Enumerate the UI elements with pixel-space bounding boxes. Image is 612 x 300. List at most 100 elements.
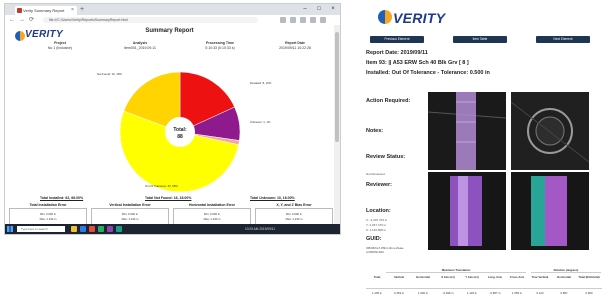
browser-window: Verity Summary Report × + – □ × ← → ⟳ fi…: [5, 4, 340, 234]
back-button[interactable]: ←: [9, 15, 15, 25]
error-max: Max: 1.234 in: [285, 217, 303, 221]
column-header: Long. Axis: [487, 275, 503, 279]
tab-close-icon[interactable]: ×: [71, 6, 74, 15]
total-unknown: Total Unknown: 10, 16.00%: [250, 196, 295, 200]
pie-center-label: Total:: [173, 127, 187, 133]
new-tab-button[interactable]: +: [80, 5, 84, 15]
error-max: Max: 1.234 in: [121, 217, 139, 221]
file-explorer-icon[interactable]: [71, 226, 77, 232]
favorites-icon[interactable]: [280, 17, 286, 23]
next-element-button[interactable]: Next Element: [536, 36, 590, 43]
project-value: No 1 (Inclusive): [47, 46, 73, 50]
app-icon[interactable]: [107, 226, 113, 232]
windows-start-icon[interactable]: [7, 226, 13, 232]
table-cell: 1.205 in: [372, 291, 382, 295]
error-min: Min: 0.000 in: [285, 212, 302, 216]
column-header: Total: [373, 275, 381, 279]
column-header: Total (Rot/Axial): [578, 275, 600, 279]
table-cell: 1.145 in: [467, 291, 477, 295]
column-header: Cross Axis: [509, 275, 525, 279]
table-cell: 0.897: [560, 291, 568, 295]
vertical-installation-error-title: Vertical Installation Error: [109, 203, 151, 207]
rotation-header: Rotation (degrees): [531, 268, 601, 273]
review-status-label: Review Status:: [366, 154, 406, 160]
app-icon[interactable]: [98, 226, 104, 232]
page-content: VERITY Summary Report Project No 1 (Incl…: [5, 25, 334, 228]
error-max: Max: 1.234 in: [203, 217, 221, 221]
review-status-value: Not Reviewed: [366, 172, 385, 176]
project-label: Project: [54, 41, 66, 45]
column-header: Horizontal: [557, 275, 571, 279]
pie-label-deviated: Deviated: 8, 10%: [250, 81, 272, 85]
table-cell: 1.000 in: [418, 291, 428, 295]
reading-list-icon[interactable]: [290, 17, 296, 23]
analysis-value: Item001_2019.09.11: [124, 46, 156, 50]
error-max: Max: 1.234 in: [39, 217, 57, 221]
column-header: X Axis (in): [441, 275, 455, 279]
status-pie-chart: Total: 88: [119, 71, 241, 193]
pie-center-value: 88: [177, 134, 183, 140]
xyz-bias-error-title: X, Y, and Z Bias Error: [276, 203, 312, 207]
app-icon[interactable]: [89, 226, 95, 232]
more-menu-icon[interactable]: [320, 17, 326, 23]
report-date: Report Date: 2019/09/11: [366, 50, 428, 56]
item-title: Item 93: || A53 ERW Sch 40 Blk Grv [ 8 ]: [366, 60, 469, 66]
total-installed: Total Installed: 62, 66.00%: [40, 196, 84, 200]
forward-button[interactable]: →: [19, 15, 25, 25]
processing-time-label: Processing Time: [206, 41, 234, 45]
measurement-table: Maximum Translation Rotation (degrees) T…: [366, 268, 602, 298]
total-installation-error-title: Total Installation Error: [29, 203, 67, 207]
edge-browser-icon[interactable]: [80, 226, 86, 232]
location-y: Y: 4,267.470 in: [366, 223, 387, 227]
column-header: True Vertical: [531, 275, 549, 279]
report-title: Summary Report: [145, 28, 194, 34]
maximize-button[interactable]: □: [312, 4, 326, 15]
analysis-label: Analysis: [132, 41, 148, 45]
location-label: Location:: [366, 208, 391, 214]
scrollbar-thumb[interactable]: [335, 32, 339, 142]
pie-label-out-of-tolerance: Out Of Tolerance: 46, 58%: [145, 184, 178, 188]
report-date-value: 2019/09/11 10:22:28: [279, 46, 311, 50]
reviewer-label: Reviewer:: [366, 182, 392, 188]
refresh-button[interactable]: ⟳: [29, 15, 34, 25]
table-cell: -0.396 in: [442, 291, 454, 295]
table-header-row: Total Vertical Horizontal X Axis (in) Y …: [366, 275, 602, 285]
previous-element-button[interactable]: Previous Element: [370, 36, 424, 43]
max-translation-header: Maximum Translation: [386, 268, 526, 273]
app-icon[interactable]: [116, 226, 122, 232]
error-min: Min: 0.000 in: [39, 212, 56, 216]
browser-tab[interactable]: Verity Summary Report: [15, 6, 77, 15]
error-min: Min: 0.000 in: [203, 212, 220, 216]
url-input[interactable]: file:///C:/Users/Verity/Reports/SummaryR…: [43, 17, 258, 23]
total-not-found: Total Not Found: 16, 18.00%: [145, 196, 192, 200]
close-window-button[interactable]: ×: [326, 4, 340, 15]
guid-label: GUID:: [366, 236, 382, 242]
scan-photo-top-right: [511, 92, 589, 170]
table-cell: 0.453 in: [394, 291, 404, 295]
processing-time-value: 0:10:33 (0:10:33 s): [205, 46, 235, 50]
profile-icon[interactable]: [310, 17, 316, 23]
location-x: X: -2,307.376 in: [366, 218, 388, 222]
minimize-button[interactable]: –: [298, 4, 312, 15]
verity-logo-icon: [378, 10, 392, 24]
share-icon[interactable]: [300, 17, 306, 23]
table-cell: -0.987 in: [489, 291, 501, 295]
horizontal-installation-error-title: Horizontal Installation Error: [188, 203, 236, 207]
item-table-button[interactable]: Item Table: [453, 36, 507, 43]
system-tray-clock[interactable]: 10:25 AM 2019/09/11: [245, 225, 275, 233]
column-header: Y Axis (in): [465, 275, 479, 279]
pie-label-not-found: Not Found: 16, 18%: [97, 72, 122, 76]
report-date-label: Report Date: [285, 41, 305, 45]
taskbar-search-input[interactable]: Type here to search: [17, 226, 65, 232]
scan-photo-bottom-left: [428, 172, 506, 250]
pie-label-unknown: Unknown: 1, 1%: [250, 120, 271, 124]
error-min: Min: 0.000 in: [121, 212, 138, 216]
verity-logo-text: VERITY: [393, 10, 446, 26]
notes-label: Notes:: [366, 128, 384, 134]
scan-photo-top-left: [428, 92, 506, 170]
scan-photo-bottom-right: [511, 172, 589, 250]
action-required-label: Action Required:: [366, 98, 411, 104]
column-header: Horizontal: [416, 275, 430, 279]
installed-status: Installed: Out Of Tolerance - Tolerance:…: [366, 70, 490, 76]
location-z: Z: 1,146.808 in: [366, 228, 387, 232]
